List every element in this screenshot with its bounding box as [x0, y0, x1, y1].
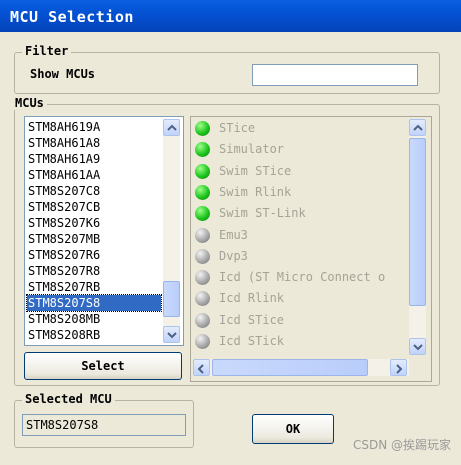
filter-legend: Filter	[22, 44, 72, 58]
scroll-down-button[interactable]	[163, 326, 180, 343]
mcu-list-item[interactable]: STM8AH619A	[27, 119, 161, 135]
watermark: CSDN @挨踢玩家	[352, 438, 451, 452]
selected-mcu-field: STM8S207S8	[22, 414, 186, 436]
selected-mcu-legend: Selected MCU	[22, 392, 115, 406]
mcu-list-item[interactable]: STM8S208MB	[27, 311, 161, 327]
probe-scroll-thumb[interactable]	[409, 138, 426, 306]
scroll-up-button[interactable]	[163, 119, 180, 136]
probe-scroll-down-button[interactable]	[409, 338, 426, 355]
probe-label: Icd (ST Micro Connect o	[219, 270, 386, 285]
status-gray-icon	[195, 312, 210, 328]
scroll-right-button[interactable]	[390, 359, 407, 376]
status-gray-icon	[195, 334, 210, 349]
probe-h-scrollbar[interactable]	[193, 359, 409, 376]
status-gray-icon	[195, 227, 210, 243]
mcu-list-item[interactable]: STM8AH61A8	[27, 135, 161, 151]
status-green-icon	[195, 163, 210, 179]
mcu-list-item[interactable]: STM8S207RB	[27, 279, 161, 295]
probe-label: Dvp3	[219, 248, 248, 263]
probe-label: Icd Rlink	[219, 291, 285, 306]
chevron-up-icon	[167, 124, 177, 131]
scroll-left-button[interactable]	[193, 359, 210, 376]
mcu-list-item-selected[interactable]: STM8S207S8	[26, 294, 162, 312]
mcu-list-item[interactable]: STM8S207CB	[27, 199, 161, 215]
ok-button[interactable]: OK	[252, 414, 334, 444]
probe-h-thumb[interactable]	[212, 359, 368, 376]
mcu-listbox[interactable]: STM8AH619A STM8AH61A8 STM8AH61A9 STM8AH61AA…	[24, 116, 184, 346]
filter-input[interactable]	[252, 64, 418, 86]
status-gray-icon	[195, 270, 210, 286]
status-green-icon	[195, 121, 210, 136]
probe-listbox[interactable]: STice Simulator Swim STice Swim Rlink Swim S…	[190, 116, 432, 382]
status-gray-icon	[195, 248, 210, 264]
chevron-right-icon	[396, 364, 403, 374]
mcu-list-item[interactable]: STM8AH61A9	[27, 151, 161, 167]
probe-scroll-up-button[interactable]	[409, 119, 426, 136]
status-green-icon	[195, 184, 210, 200]
title-bar[interactable]: MCU Selection	[0, 0, 461, 32]
show-mcus-label: Show MCUs	[30, 67, 96, 81]
status-gray-icon	[195, 291, 210, 307]
probe-label: Emu3	[219, 227, 248, 242]
chevron-down-icon	[167, 332, 177, 339]
mcu-list-item[interactable]: STM8S208RB	[27, 327, 161, 343]
mcu-list-item[interactable]: STM8S207R8	[27, 263, 161, 279]
select-button[interactable]: Select	[24, 352, 182, 380]
mcus-legend: MCUs	[12, 96, 47, 110]
mcu-list-item[interactable]: STM8S207K6	[27, 215, 161, 231]
probe-label: Swim Rlink	[219, 184, 292, 199]
chevron-up-icon	[413, 124, 423, 131]
scroll-thumb[interactable]	[163, 281, 180, 317]
status-green-icon	[195, 142, 210, 158]
probe-list-scrollbar[interactable]	[409, 119, 426, 355]
chevron-left-icon	[197, 364, 204, 374]
probe-label: Swim STice	[219, 163, 292, 178]
mcu-list-item[interactable]: STM8AH61AA	[27, 167, 161, 183]
probe-label: Icd STice	[219, 312, 285, 327]
mcu-list-item[interactable]: STM8S207R6	[27, 247, 161, 263]
probe-label: Swim ST-Link	[219, 206, 306, 221]
status-green-icon	[195, 206, 210, 222]
probe-label: Simulator	[219, 142, 285, 157]
window-title: MCU Selection	[10, 8, 134, 26]
probe-label: STice	[219, 121, 256, 135]
mcu-list-scrollbar[interactable]	[163, 119, 180, 343]
probe-label: Icd STick	[219, 334, 285, 348]
chevron-down-icon	[413, 344, 423, 351]
mcu-list-item[interactable]: STM8S207MB	[27, 231, 161, 247]
mcu-list-item[interactable]: STM8S207C8	[27, 183, 161, 199]
